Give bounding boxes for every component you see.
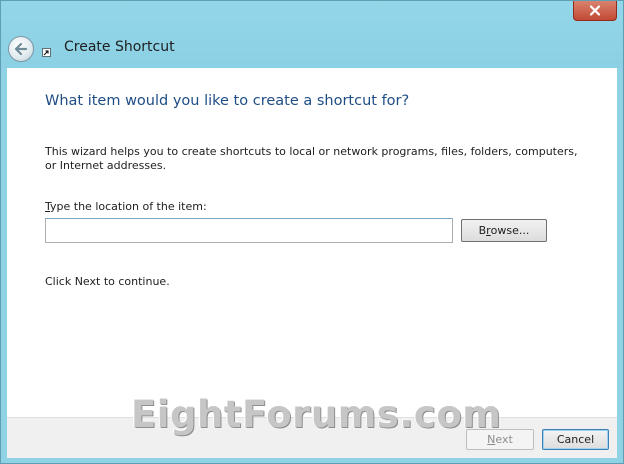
browse-button[interactable]: Br owse... (461, 219, 547, 242)
back-button[interactable] (8, 36, 34, 62)
close-icon (589, 5, 601, 16)
create-shortcut-window: Create Shortcut What item would you like… (0, 0, 624, 464)
window-title: Create Shortcut (64, 39, 175, 55)
page-heading: What item would you like to create a sho… (45, 93, 410, 109)
watermark: EightForums.com (131, 393, 502, 436)
wizard-content: What item would you like to create a sho… (7, 68, 617, 417)
shortcut-icon (42, 48, 51, 57)
wizard-description: This wizard helps you to create shortcut… (45, 145, 578, 172)
location-label-text: ype the location of the item: (50, 200, 207, 213)
cancel-button[interactable]: Cancel (542, 429, 609, 450)
next-button[interactable]: Next (466, 429, 534, 450)
location-label: Type the location of the item: (45, 200, 207, 213)
continue-hint: Click Next to continue. (45, 275, 170, 288)
back-arrow-icon (14, 42, 28, 56)
close-button[interactable] (573, 1, 617, 21)
title-bar: Create Shortcut (1, 1, 623, 68)
location-input[interactable] (45, 218, 453, 243)
wizard-footer: EightForums.com Next Cancel (7, 393, 617, 458)
